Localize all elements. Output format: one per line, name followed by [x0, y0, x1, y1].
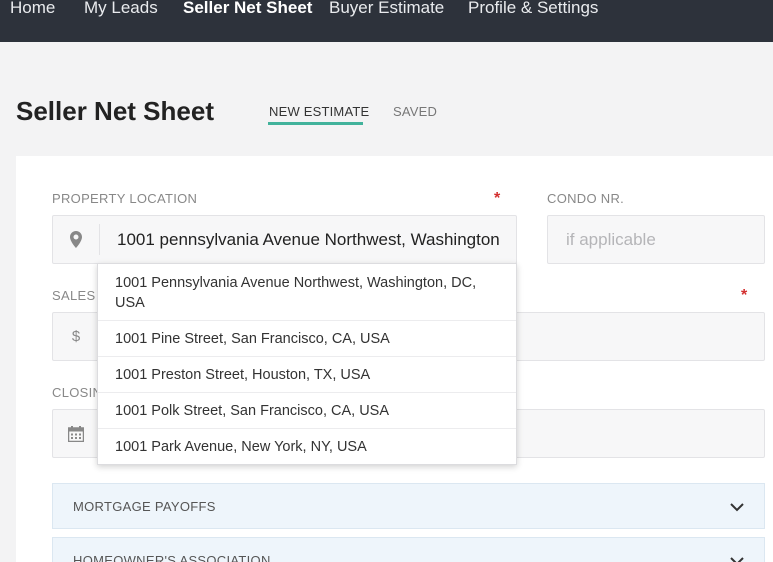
tab-new-estimate[interactable]: NEW ESTIMATE: [269, 104, 369, 119]
suggestion-item[interactable]: 1001 Pennsylvania Avenue Northwest, Wash…: [98, 264, 516, 321]
condo-input[interactable]: [548, 216, 764, 263]
condo-field: [547, 215, 765, 264]
nav-buyer-estimate[interactable]: Buyer Estimate: [329, 0, 444, 18]
calendar-icon: [53, 410, 99, 457]
suggestion-item[interactable]: 1001 Preston Street, Houston, TX, USA: [98, 357, 516, 393]
section-title: MORTGAGE PAYOFFS: [73, 499, 216, 514]
nav-seller-net-sheet[interactable]: Seller Net Sheet: [183, 0, 312, 18]
chevron-down-icon: [730, 557, 744, 562]
required-mark: *: [741, 287, 748, 304]
homeowners-association-section[interactable]: HOMEOWNER'S ASSOCIATION: [52, 537, 765, 562]
condo-label: CONDO NR.: [547, 191, 625, 206]
closing-date-label: CLOSIN: [52, 385, 103, 400]
nav-profile-settings[interactable]: Profile & Settings: [468, 0, 598, 18]
map-marker-icon: [53, 216, 99, 263]
active-tab-indicator: [268, 122, 363, 125]
dollar-icon: $: [71, 328, 81, 345]
address-suggestions-dropdown: 1001 Pennsylvania Avenue Northwest, Wash…: [97, 263, 517, 465]
suggestion-item[interactable]: 1001 Park Avenue, New York, NY, USA: [98, 429, 516, 465]
nav-my-leads[interactable]: My Leads: [84, 0, 158, 18]
top-nav: Home My Leads Seller Net Sheet Buyer Est…: [0, 0, 773, 42]
sales-price-label: SALES: [52, 288, 96, 303]
field-divider: [99, 224, 100, 255]
chevron-down-icon: [730, 503, 744, 512]
mortgage-payoffs-section[interactable]: MORTGAGE PAYOFFS: [52, 483, 765, 529]
suggestion-item[interactable]: 1001 Pine Street, San Francisco, CA, USA: [98, 321, 516, 357]
property-location-field: [52, 215, 517, 264]
nav-home[interactable]: Home: [10, 0, 55, 18]
page-title: Seller Net Sheet: [16, 96, 214, 126]
property-location-label: PROPERTY LOCATION: [52, 191, 198, 206]
tab-saved[interactable]: SAVED: [393, 104, 437, 119]
required-mark: *: [494, 190, 501, 207]
section-title: HOMEOWNER'S ASSOCIATION: [73, 553, 271, 562]
suggestion-item[interactable]: 1001 Polk Street, San Francisco, CA, USA: [98, 393, 516, 429]
property-location-input[interactable]: [103, 216, 515, 264]
